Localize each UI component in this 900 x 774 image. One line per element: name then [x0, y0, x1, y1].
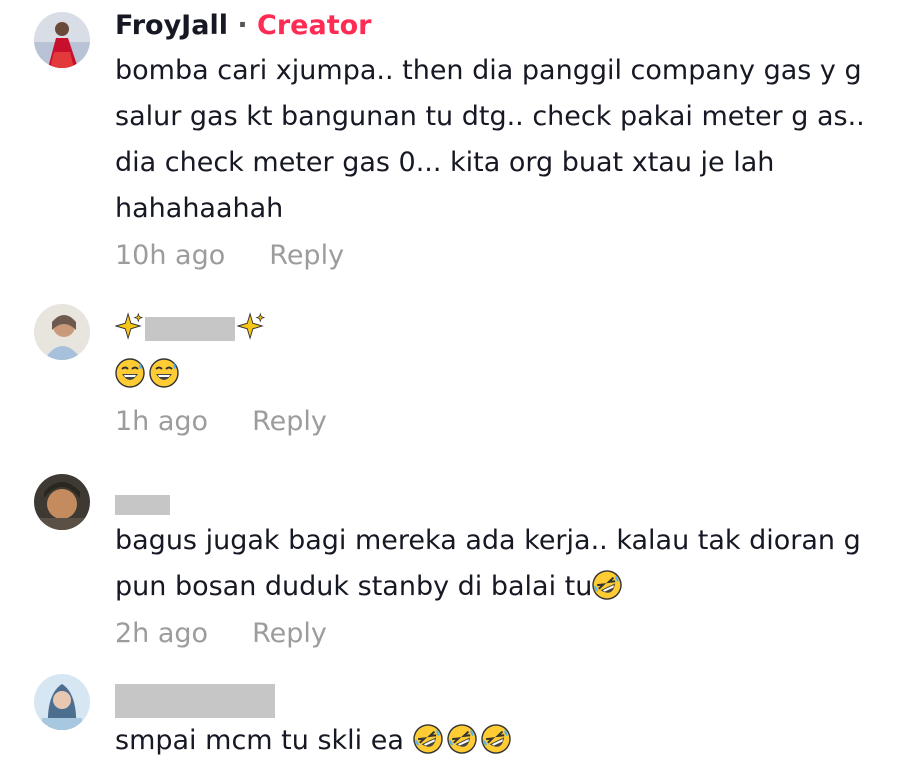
redacted-username	[145, 316, 235, 341]
sparkles-icon	[237, 312, 265, 340]
grinning-sweat-face-icon	[149, 358, 179, 388]
rolling-laughing-face-icon	[446, 724, 477, 754]
sparkles-icon	[115, 312, 143, 340]
comment-meta: 2h ago Reply	[115, 614, 880, 654]
rolling-laughing-face-icon	[480, 724, 511, 754]
comment-text-content: smpai mcm tu skli ea	[115, 725, 404, 756]
creator-badge: Creator	[257, 10, 372, 41]
grinning-sweat-face-icon	[115, 358, 145, 388]
avatar[interactable]	[34, 304, 90, 360]
comment-header	[115, 310, 880, 346]
timestamp: 10h ago	[115, 240, 226, 271]
comment-header: FroyJall · Creator	[115, 8, 880, 44]
timestamp: 1h ago	[115, 406, 209, 437]
comment-text: bagus jugak bagi mereka ada kerja.. kala…	[115, 518, 880, 610]
comment-meta: 10h ago Reply	[115, 236, 880, 276]
comment-text	[115, 352, 880, 398]
comment-header	[115, 484, 880, 515]
comment-meta: 1h ago Reply	[115, 402, 880, 442]
comment-header	[115, 682, 880, 718]
comment-text-content: bagus jugak bagi mereka ada kerja.. kala…	[115, 525, 861, 602]
rolling-laughing-face-icon	[412, 724, 443, 754]
reply-button[interactable]: Reply	[252, 406, 327, 437]
timestamp: 2h ago	[115, 618, 209, 649]
avatar[interactable]	[34, 12, 90, 68]
comment-text: smpai mcm tu skli ea	[115, 718, 880, 764]
avatar[interactable]	[34, 674, 90, 730]
redacted-username	[115, 494, 170, 515]
rolling-laughing-face-icon	[592, 570, 623, 600]
avatar[interactable]	[34, 474, 90, 530]
username[interactable]: FroyJall	[115, 10, 228, 41]
comment-text: bomba cari xjumpa.. then dia panggil com…	[115, 55, 865, 224]
redacted-username	[115, 683, 275, 718]
reply-button[interactable]: Reply	[269, 240, 344, 271]
reply-button[interactable]: Reply	[252, 618, 327, 649]
separator: ·	[237, 10, 248, 41]
